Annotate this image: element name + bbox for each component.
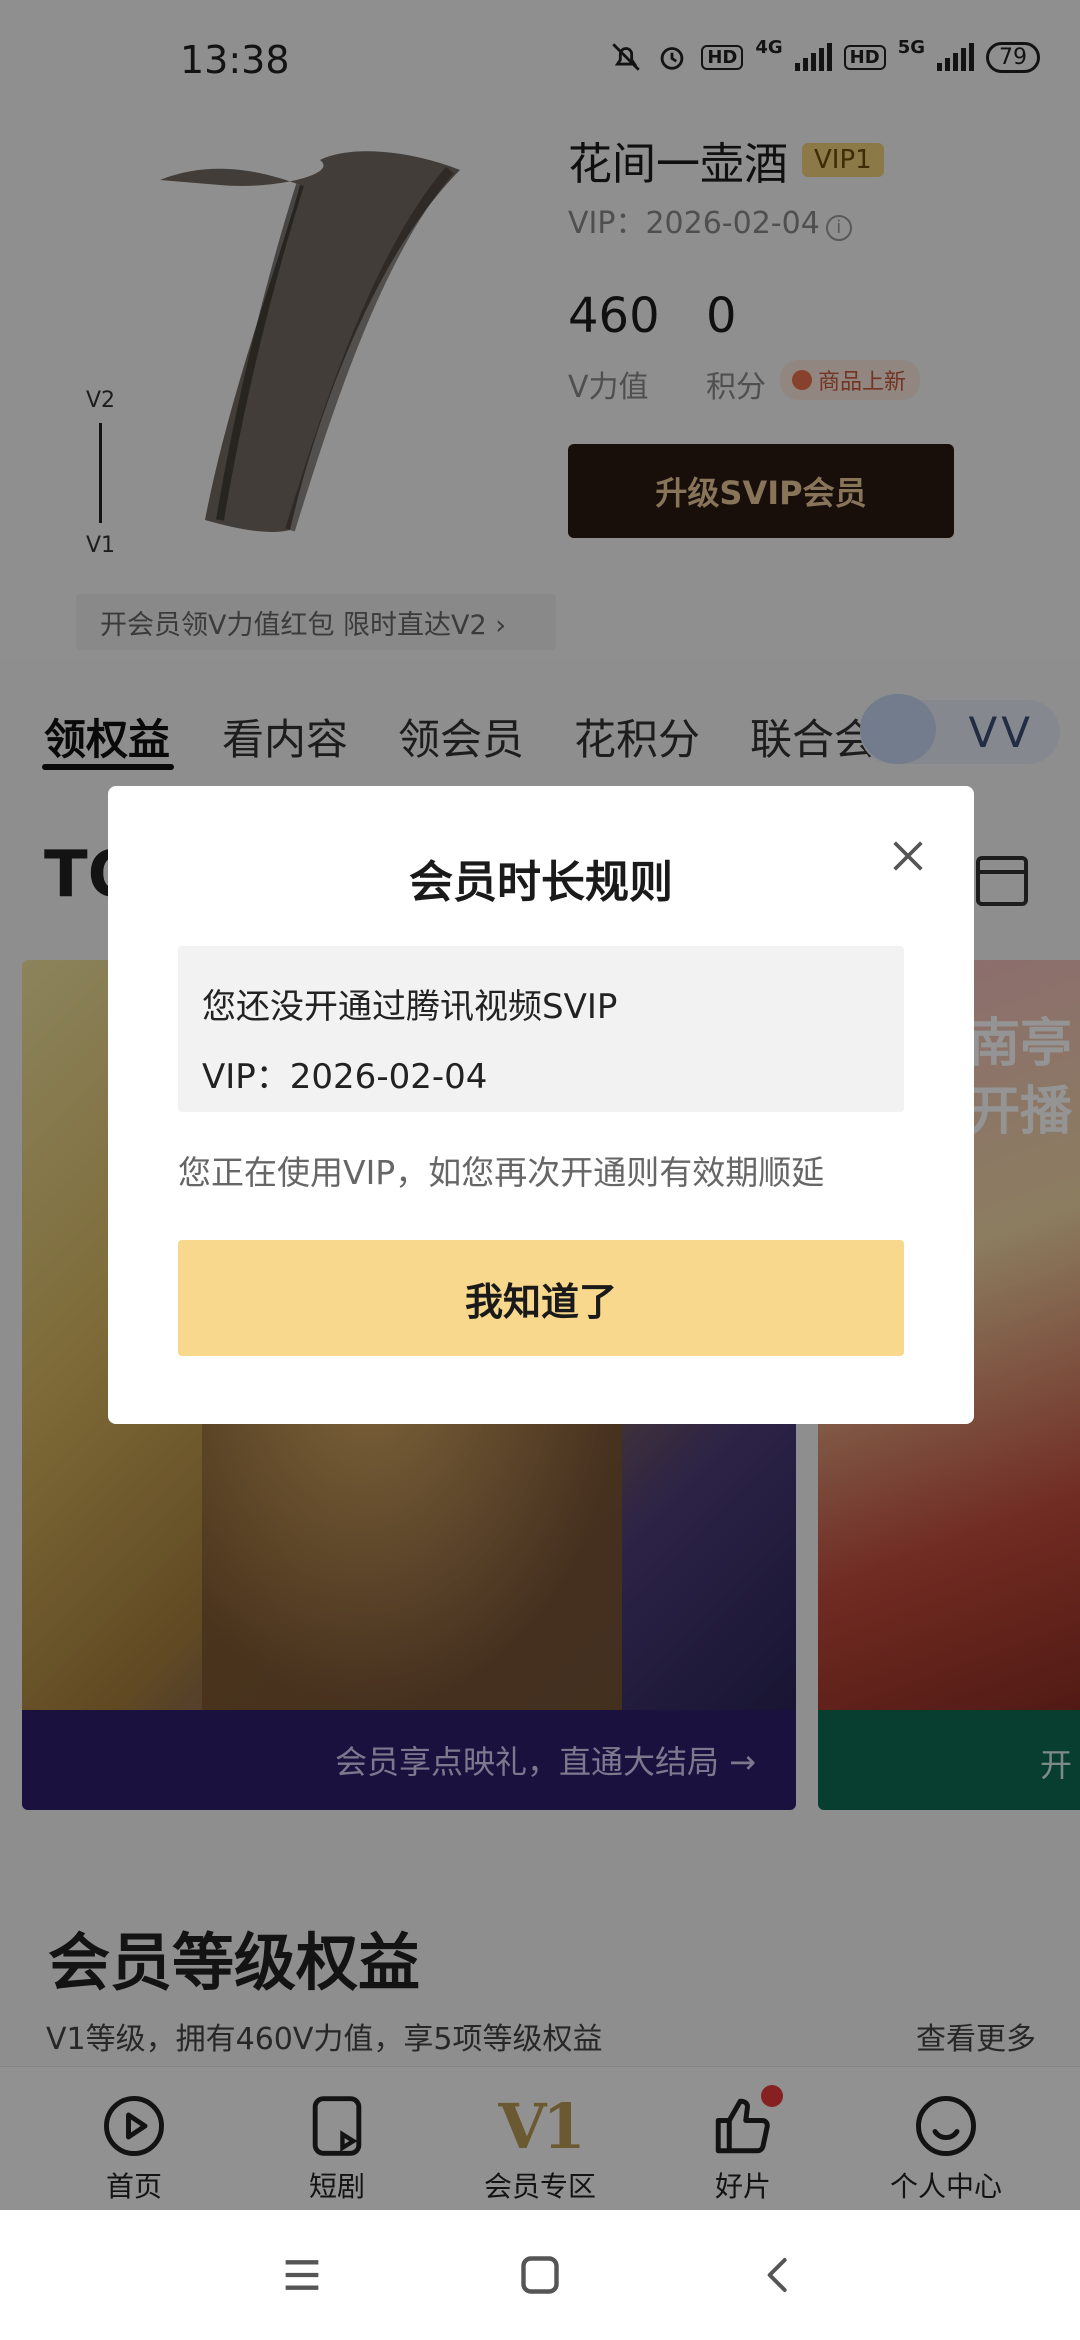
back-chevron-icon[interactable] <box>748 2250 808 2300</box>
dialog-title: 会员时长规则 <box>409 857 673 908</box>
close-icon[interactable] <box>888 836 928 876</box>
menu-icon[interactable] <box>272 2250 332 2300</box>
system-nav-bar <box>0 2210 1080 2340</box>
dialog-note: 您正在使用VIP，如您再次开通则有效期顺延 <box>178 1153 825 1192</box>
dialog-info-line-2: VIP：2026-02-04 <box>202 1057 488 1097</box>
home-square-icon[interactable] <box>510 2250 570 2300</box>
membership-rules-dialog: 会员时长规则 您还没开通过腾讯视频SVIP VIP：2026-02-04 您正在… <box>108 786 974 1424</box>
dialog-info-box: 您还没开通过腾讯视频SVIP VIP：2026-02-04 <box>178 946 904 1112</box>
dialog-info-line-1: 您还没开通过腾讯视频SVIP <box>202 987 618 1027</box>
confirm-button[interactable]: 我知道了 <box>178 1240 904 1356</box>
